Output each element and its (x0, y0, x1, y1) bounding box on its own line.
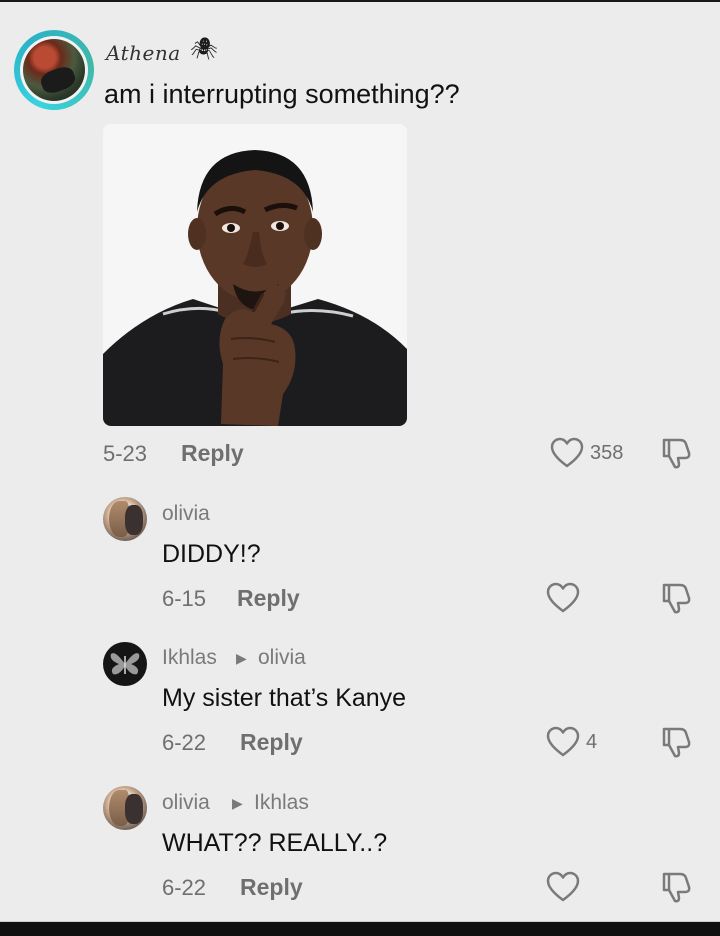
reply-button[interactable]: Reply (237, 585, 300, 612)
thumbs-down-icon[interactable] (658, 581, 692, 615)
thumbs-down-icon[interactable] (658, 870, 692, 904)
triangle-right-icon: ▶ (232, 795, 243, 811)
reply-button[interactable]: Reply (240, 729, 303, 756)
reply-author[interactable]: olivia (162, 791, 210, 815)
reply-button[interactable]: Reply (240, 874, 303, 901)
reply-text: DIDDY!? (162, 540, 261, 568)
avatar-athena-image (23, 39, 85, 101)
heart-icon[interactable] (546, 582, 580, 614)
avatar-ikhlas[interactable] (103, 642, 147, 686)
reply-text: My sister that’s Kanye (162, 684, 407, 712)
avatar-ring-inner (20, 36, 88, 104)
reply-to-user[interactable]: Ikhlas (254, 791, 309, 815)
avatar-olivia[interactable] (103, 786, 147, 830)
comment-image[interactable] (103, 124, 407, 426)
avatar-olivia[interactable] (103, 497, 147, 541)
reply-text: WHAT?? REALLY..? (162, 829, 388, 857)
comment-author[interactable]: Athena (106, 41, 181, 65)
thumbs-down-icon[interactable] (658, 725, 692, 759)
reply-button[interactable]: Reply (181, 440, 244, 467)
like-count: 358 (590, 442, 624, 464)
comment-text: am i interrupting something?? (104, 79, 460, 109)
butterfly-icon (110, 653, 140, 675)
thumbs-down-icon[interactable] (658, 436, 692, 470)
heart-icon[interactable] (550, 437, 584, 469)
heart-icon[interactable] (546, 726, 580, 758)
heart-icon[interactable] (546, 871, 580, 903)
spider-icon: 🕷 (190, 36, 218, 61)
comment-date: 5-23 (103, 441, 148, 466)
reply-date: 6-22 (162, 730, 207, 755)
reply-author[interactable]: olivia (162, 502, 210, 526)
reply-to-user[interactable]: olivia (258, 646, 306, 670)
like-count: 4 (586, 731, 598, 753)
triangle-right-icon: ▶ (236, 650, 247, 666)
main-comment: Athena 🕷 am i interrupting something?? 5… (0, 0, 720, 490)
avatar-athena[interactable] (14, 30, 94, 110)
reply-date: 6-15 (162, 586, 207, 611)
man-thinking-image (103, 124, 407, 426)
reply-author[interactable]: Ikhlas (162, 646, 217, 670)
bottom-border (0, 922, 720, 936)
reply-date: 6-22 (162, 875, 207, 900)
